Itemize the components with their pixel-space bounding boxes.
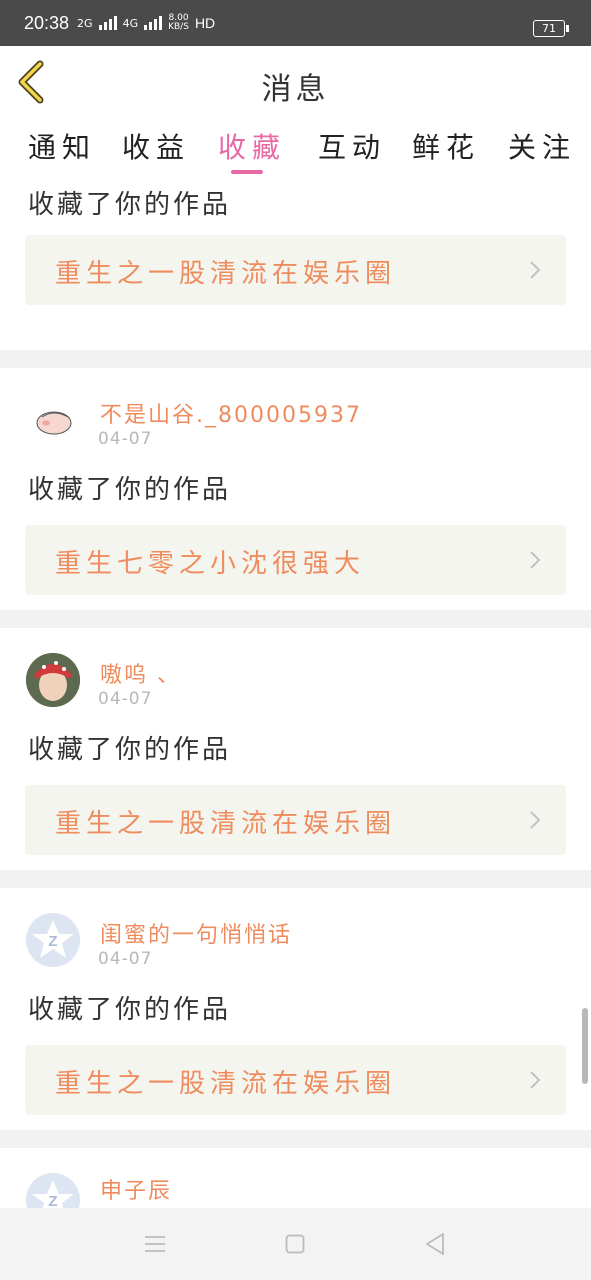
username[interactable]: 不是山谷._800005937 <box>100 397 362 429</box>
tab-flowers[interactable]: 鲜花 <box>412 126 480 166</box>
message-action: 收藏了你的作品 <box>28 190 232 220</box>
work-title: 重生七零之小沈很强大 <box>55 549 366 579</box>
svg-text:Z: Z <box>48 1193 57 1208</box>
work-title: 重生之一股清流在娱乐圈 <box>55 809 397 839</box>
message-date: 04-07 <box>98 429 153 449</box>
work-link[interactable]: 重生之一股清流在娱乐圈 <box>25 1045 566 1115</box>
app-header: 消息 <box>0 46 591 118</box>
username[interactable]: 嗷呜 、 <box>100 657 181 689</box>
tab-interactions[interactable]: 互动 <box>318 126 386 166</box>
chevron-right-icon <box>530 1071 541 1089</box>
chevron-right-icon <box>530 261 541 279</box>
username[interactable]: 闺蜜的一句悄悄话 <box>100 917 292 949</box>
work-link[interactable]: 重生之一股清流在娱乐圈 <box>25 235 566 305</box>
net-2g-label: 2G <box>77 16 93 30</box>
tab-follows[interactable]: 关注 <box>508 126 576 166</box>
message-action: 收藏了你的作品 <box>28 735 232 765</box>
work-link[interactable]: 重生七零之小沈很强大 <box>25 525 566 595</box>
message-action: 收藏了你的作品 <box>28 995 232 1025</box>
work-link[interactable]: 重生之一股清流在娱乐圈 <box>25 785 566 855</box>
avatar[interactable]: Z <box>26 1173 80 1208</box>
avatar[interactable]: Z <box>26 913 80 967</box>
signal-indicators: 2G 4G 8.00 KB/S HD <box>77 14 215 32</box>
avatar[interactable] <box>26 393 80 447</box>
back-icon[interactable] <box>424 1232 446 1256</box>
status-time: 20:38 <box>24 12 70 33</box>
list-item: 嗷呜 、 04-07 收藏了你的作品 重生之一股清流在娱乐圈 <box>0 628 591 870</box>
signal-icon <box>98 16 117 30</box>
list-item: 不是山谷._800005937 04-07 收藏了你的作品 重生七零之小沈很强大 <box>0 368 591 610</box>
svg-text:Z: Z <box>48 933 57 950</box>
list-item: 04-08 收藏了你的作品 重生之一股清流在娱乐圈 <box>0 176 591 350</box>
active-tab-indicator <box>231 170 263 174</box>
scrollbar[interactable] <box>582 1008 588 1084</box>
chevron-right-icon <box>530 551 541 569</box>
avatar[interactable] <box>26 653 80 707</box>
work-title: 重生之一股清流在娱乐圈 <box>55 259 397 289</box>
system-nav-bar <box>0 1208 591 1280</box>
chevron-right-icon <box>530 811 541 829</box>
signal-icon-2 <box>144 16 163 30</box>
status-bar: 20:38 2G 4G 8.00 KB/S HD 71 <box>0 0 591 46</box>
message-date: 04-07 <box>98 689 153 709</box>
message-action: 收藏了你的作品 <box>28 475 232 505</box>
page-title: 消息 <box>261 72 330 107</box>
tab-earnings[interactable]: 收益 <box>122 126 190 166</box>
tab-favorites[interactable]: 收藏 <box>218 126 286 166</box>
message-list[interactable]: 04-08 收藏了你的作品 重生之一股清流在娱乐圈 不是山谷._80000593… <box>0 176 591 1208</box>
menu-icon[interactable] <box>144 1234 166 1254</box>
hd-label: HD <box>194 15 216 31</box>
home-icon[interactable] <box>285 1234 305 1254</box>
list-item: Z 闺蜜的一句悄悄话 04-07 收藏了你的作品 重生之一股清流在娱乐圈 <box>0 888 591 1130</box>
net-4g-label: 4G <box>122 16 139 30</box>
net-speed: 8.00 KB/S <box>168 13 189 32</box>
tab-notifications[interactable]: 通知 <box>28 126 96 166</box>
list-item: Z 申子辰 <box>0 1148 591 1208</box>
username[interactable]: 申子辰 <box>100 1173 172 1205</box>
message-date: 04-07 <box>98 949 153 969</box>
tab-bar: 通知 收益 收藏 互动 鲜花 关注 <box>0 118 591 176</box>
battery-icon: 71 <box>533 20 569 37</box>
work-title: 重生之一股清流在娱乐圈 <box>55 1069 397 1099</box>
